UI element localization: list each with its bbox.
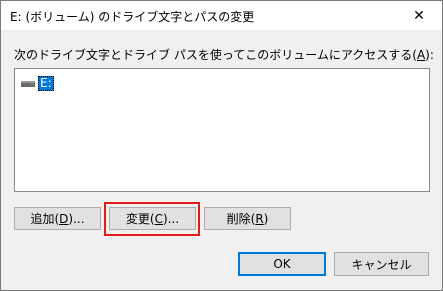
title-bar: E: (ボリューム) のドライブ文字とパスの変更 ✕: [1, 1, 442, 30]
change-button[interactable]: 変更(C)...: [109, 207, 196, 230]
remove-button[interactable]: 削除(R): [204, 207, 291, 230]
add-button[interactable]: 追加(D)...: [14, 207, 101, 230]
ok-button[interactable]: OK: [238, 252, 326, 276]
change-drive-letter-dialog: E: (ボリューム) のドライブ文字とパスの変更 ✕ 次のドライブ文字とドライブ…: [0, 0, 443, 291]
close-button[interactable]: ✕: [396, 1, 442, 30]
instruction-label: 次のドライブ文字とドライブ パスを使ってこのボリュームにアクセスする(A):: [14, 48, 434, 62]
drive-letter-label: E:: [38, 75, 54, 91]
list-item-drive-e[interactable]: E:: [20, 75, 54, 91]
close-icon: ✕: [413, 7, 425, 24]
cancel-button[interactable]: キャンセル: [334, 252, 429, 276]
window-title: E: (ボリューム) のドライブ文字とパスの変更: [10, 10, 255, 24]
drive-icon: [21, 81, 35, 87]
drive-path-list[interactable]: E:: [14, 68, 430, 192]
accel-key-a: A: [416, 48, 426, 62]
